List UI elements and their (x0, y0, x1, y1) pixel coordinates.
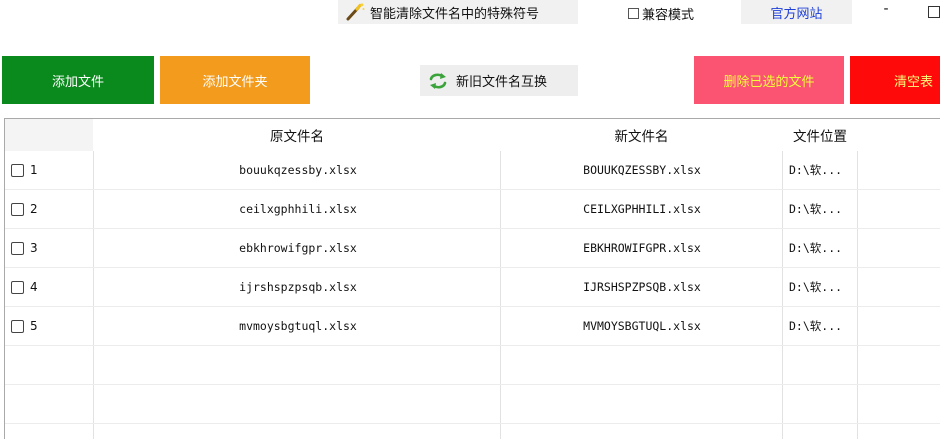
new-filename: MVMOYSBGTUQL.xlsx (583, 319, 701, 333)
magic-wand-icon (344, 2, 366, 22)
add-folder-label: 添加文件夹 (202, 74, 268, 90)
empty-row (5, 385, 940, 424)
delete-selected-button[interactable]: 删除已选的文件 (694, 56, 844, 104)
add-file-label: 添加文件 (51, 74, 104, 90)
clear-table-label: 清空表 (894, 74, 934, 90)
new-filename: CEILXGPHHILI.xlsx (583, 202, 701, 216)
new-filename: EBKHROWIFGPR.xlsx (583, 241, 701, 255)
maximize-icon[interactable] (928, 6, 940, 18)
compat-mode-label: 兼容模式 (642, 7, 695, 23)
header-new-name[interactable]: 新文件名 (501, 119, 782, 151)
file-location: D:\软... (789, 202, 843, 216)
swap-names-button[interactable]: 新旧文件名互换 (420, 65, 578, 96)
header-select (5, 119, 93, 151)
row-checkbox[interactable] (11, 241, 24, 255)
row-number: 4 (30, 280, 38, 294)
table-row[interactable]: 3 ebkhrowifgpr.xlsx EBKHROWIFGPR.xlsx D:… (5, 229, 940, 268)
file-table: 原文件名 新文件名 文件位置 1 bouukqzessby.xlsx BOUUK… (4, 118, 940, 439)
delete-selected-label: 删除已选的文件 (723, 74, 815, 90)
original-filename: ijrshspzpsqb.xlsx (239, 280, 357, 294)
table-row[interactable]: 1 bouukqzessby.xlsx BOUUKQZESSBY.xlsx D:… (5, 151, 940, 190)
new-filename: IJRSHSPZPSQB.xlsx (583, 280, 701, 294)
row-checkbox[interactable] (11, 202, 24, 216)
file-location: D:\软... (789, 280, 843, 294)
row-checkbox[interactable] (11, 163, 24, 177)
swap-arrows-icon (428, 72, 448, 90)
original-filename: mvmoysbgtuql.xlsx (239, 319, 357, 333)
compat-mode-checkbox[interactable]: 兼容模式 (628, 4, 695, 23)
original-filename: ebkhrowifgpr.xlsx (239, 241, 357, 255)
empty-row (5, 346, 940, 385)
table-header: 原文件名 新文件名 文件位置 (5, 119, 940, 151)
file-location: D:\软... (789, 241, 843, 255)
clean-special-chars-label: 智能清除文件名中的特殊符号 (370, 6, 540, 22)
table-row[interactable]: 2 ceilxgphhili.xlsx CEILXGPHHILI.xlsx D:… (5, 190, 940, 229)
table-row[interactable]: 5 mvmoysbgtuql.xlsx MVMOYSBGTUQL.xlsx D:… (5, 307, 940, 346)
row-number: 1 (30, 163, 38, 177)
add-file-button[interactable]: 添加文件 (2, 56, 154, 104)
file-location: D:\软... (789, 319, 843, 333)
row-checkbox[interactable] (11, 280, 24, 294)
original-filename: ceilxgphhili.xlsx (239, 202, 357, 216)
row-number: 3 (30, 241, 38, 255)
table-row[interactable]: 4 ijrshspzpsqb.xlsx IJRSHSPZPSQB.xlsx D:… (5, 268, 940, 307)
top-toolbar: 智能清除文件名中的特殊符号 兼容模式 官方网站 - (0, 0, 940, 26)
official-site-button[interactable]: 官方网站 (741, 0, 852, 24)
swap-names-label: 新旧文件名互换 (456, 75, 548, 90)
clean-special-chars-button[interactable]: 智能清除文件名中的特殊符号 (338, 0, 578, 24)
new-filename: BOUUKQZESSBY.xlsx (583, 163, 701, 177)
clear-table-button[interactable]: 清空表 (850, 56, 940, 104)
row-number: 2 (30, 202, 38, 216)
file-location: D:\软... (789, 163, 843, 177)
header-location[interactable]: 文件位置 (783, 119, 857, 151)
minimize-button[interactable]: - (878, 1, 894, 21)
header-original-name[interactable]: 原文件名 (94, 119, 500, 151)
checkbox-icon[interactable] (628, 7, 639, 19)
original-filename: bouukqzessby.xlsx (239, 163, 357, 177)
add-folder-button[interactable]: 添加文件夹 (160, 56, 310, 104)
row-checkbox[interactable] (11, 319, 24, 333)
row-number: 5 (30, 319, 38, 333)
